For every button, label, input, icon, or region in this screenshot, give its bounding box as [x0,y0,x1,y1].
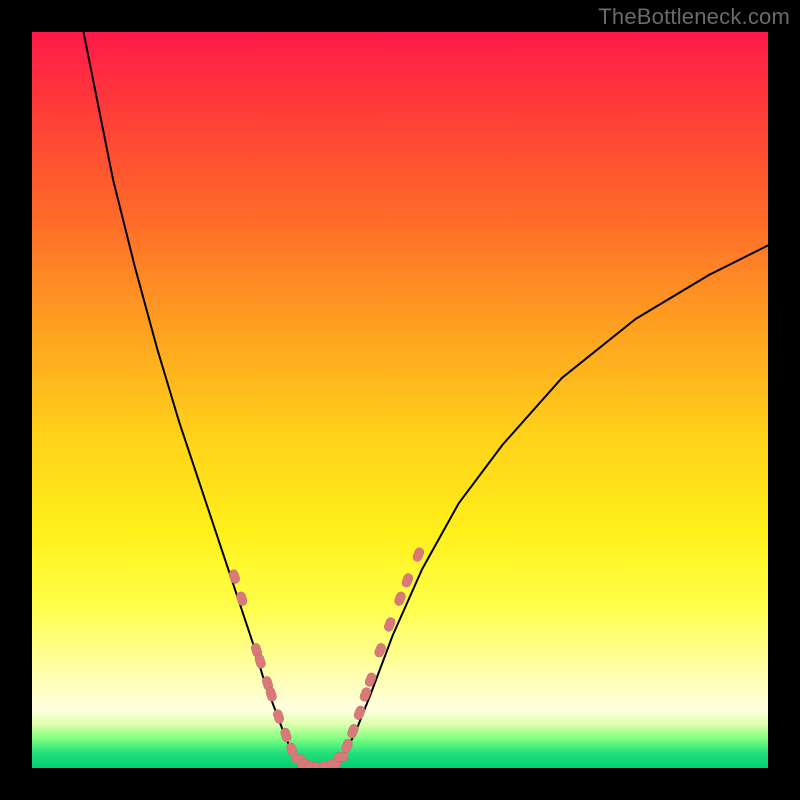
marker-point [272,708,285,724]
marker-point [412,546,426,562]
marker-point [364,672,378,688]
marker-point [353,705,367,721]
outer-frame: TheBottleneck.com [0,0,800,800]
marker-point [393,591,407,607]
plot-area [32,32,768,768]
marker-point [359,686,373,702]
highlight-markers [228,546,425,768]
watermark-text: TheBottleneck.com [598,4,790,30]
marker-point [334,752,348,761]
curve-right-branch [341,245,768,760]
marker-point [401,572,415,588]
curve-layer [32,32,768,768]
curve-left-branch [84,32,297,761]
